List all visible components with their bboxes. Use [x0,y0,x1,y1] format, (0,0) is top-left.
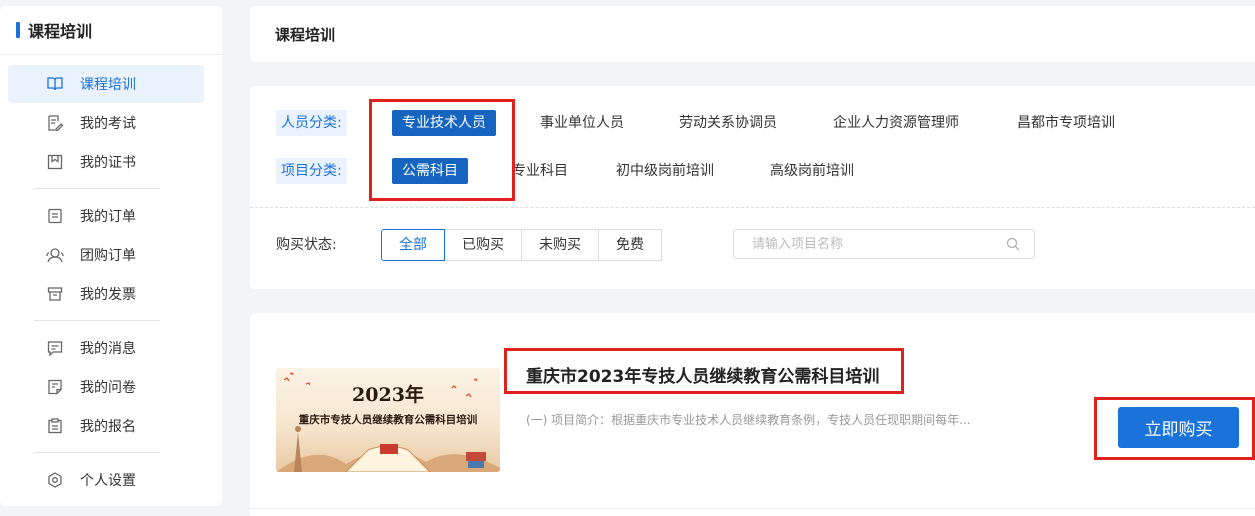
filter-divider [250,207,1255,208]
status-purchased-button[interactable]: 已购买 [445,229,522,261]
sidebar-item-my-invoices[interactable]: 我的发票 [8,275,204,313]
sidebar-item-label: 我的发票 [80,287,136,303]
sidebar-item-label: 我的问卷 [80,380,136,396]
sidebar-item-group-orders[interactable]: 团购订单 [8,236,204,274]
thumbnail-year-text: 2023年 [352,384,424,406]
course-thumbnail[interactable]: 2023年 重庆市专技人员继续教育公需科目培训 [276,368,500,472]
sidebar-item-label: 我的证书 [80,155,136,171]
thumbnail-title-text: 重庆市专技人员继续教育公需科目培训 [298,414,478,426]
sidebar-header: 课程培训 [0,6,222,55]
order-icon [46,207,64,225]
survey-icon [46,378,64,396]
sidebar-item-my-registrations[interactable]: 我的报名 [8,407,204,445]
purchase-status-segmented-control: 全部 已购买 未购买 免费 [381,229,662,261]
sidebar-item-label: 我的报名 [80,419,136,435]
status-all-button[interactable]: 全部 [381,229,445,261]
sidebar-item-label: 我的消息 [80,341,136,357]
sidebar-divider [34,452,160,453]
sidebar-item-label: 团购订单 [80,248,136,264]
clipboard-icon [46,417,64,435]
project-option-junior-intermediate-pre-job[interactable]: 初中级岗前培训 [616,158,714,184]
project-option-professional-subjects[interactable]: 专业科目 [512,158,568,184]
personnel-option-public-institution[interactable]: 事业单位人员 [540,110,624,136]
page-title: 课程培训 [275,25,336,44]
course-divider [250,508,1255,509]
sidebar-item-label: 个人设置 [80,473,136,489]
course-card: 2023年 重庆市专技人员继续教育公需科目培训 重庆市2023年专技人员继续教育… [250,313,1255,516]
exam-icon [46,114,64,132]
sidebar: 课程培训 课程培训 我的考试 我的证书 我的订单 团购订单 我的发票 我的消息 … [0,6,222,506]
purchase-status-label: 购买状态: [276,237,337,253]
project-option-public-required[interactable]: 公需科目 [392,158,468,184]
invoice-icon [46,285,64,303]
sidebar-item-my-messages[interactable]: 我的消息 [8,329,204,367]
book-icon [46,75,64,93]
sidebar-accent-bar [16,22,20,38]
sidebar-divider [34,188,160,189]
filter-panel: 人员分类: 专业技术人员 事业单位人员 劳动关系协调员 企业人力资源管理师 昌都… [250,86,1255,289]
project-category-label: 项目分类: [276,158,347,184]
personnel-option-labor-relations-coordinator[interactable]: 劳动关系协调员 [679,110,777,136]
personnel-option-changdu-special[interactable]: 昌都市专项培训 [1017,110,1115,136]
status-free-button[interactable]: 免费 [599,229,662,261]
personnel-option-hr-manager[interactable]: 企业人力资源管理师 [833,110,959,136]
sidebar-title: 课程培训 [28,22,93,41]
status-not-purchased-button[interactable]: 未购买 [522,229,599,261]
personnel-option-professional-technical[interactable]: 专业技术人员 [392,110,496,136]
course-description: (一) 项目简介：根据重庆市专业技术人员继续教育条例，专技人员任现职期间每年..… [526,413,971,427]
project-search-box [733,229,1035,259]
project-search-input[interactable] [750,235,1006,253]
sidebar-divider [34,320,160,321]
sidebar-item-personal-settings[interactable]: 个人设置 [8,461,204,499]
sidebar-item-course-training[interactable]: 课程培训 [8,65,204,103]
certificate-icon [46,153,64,171]
sidebar-item-label: 我的订单 [80,209,136,225]
sidebar-item-my-exams[interactable]: 我的考试 [8,104,204,142]
sidebar-item-my-orders[interactable]: 我的订单 [8,197,204,235]
message-icon [46,339,64,357]
personnel-category-label: 人员分类: [276,110,347,136]
page-title-card: 课程培训 [250,6,1255,62]
sidebar-item-label: 课程培训 [80,77,136,93]
sidebar-item-my-certificates[interactable]: 我的证书 [8,143,204,181]
sidebar-item-label: 我的考试 [80,116,136,132]
project-option-senior-pre-job[interactable]: 高级岗前培训 [770,158,854,184]
group-icon [46,246,64,264]
course-title[interactable]: 重庆市2023年专技人员继续教育公需科目培训 [526,362,879,387]
search-icon[interactable] [1006,236,1022,252]
buy-now-button[interactable]: 立即购买 [1118,407,1239,448]
sidebar-item-my-surveys[interactable]: 我的问卷 [8,368,204,406]
settings-icon [46,471,64,489]
